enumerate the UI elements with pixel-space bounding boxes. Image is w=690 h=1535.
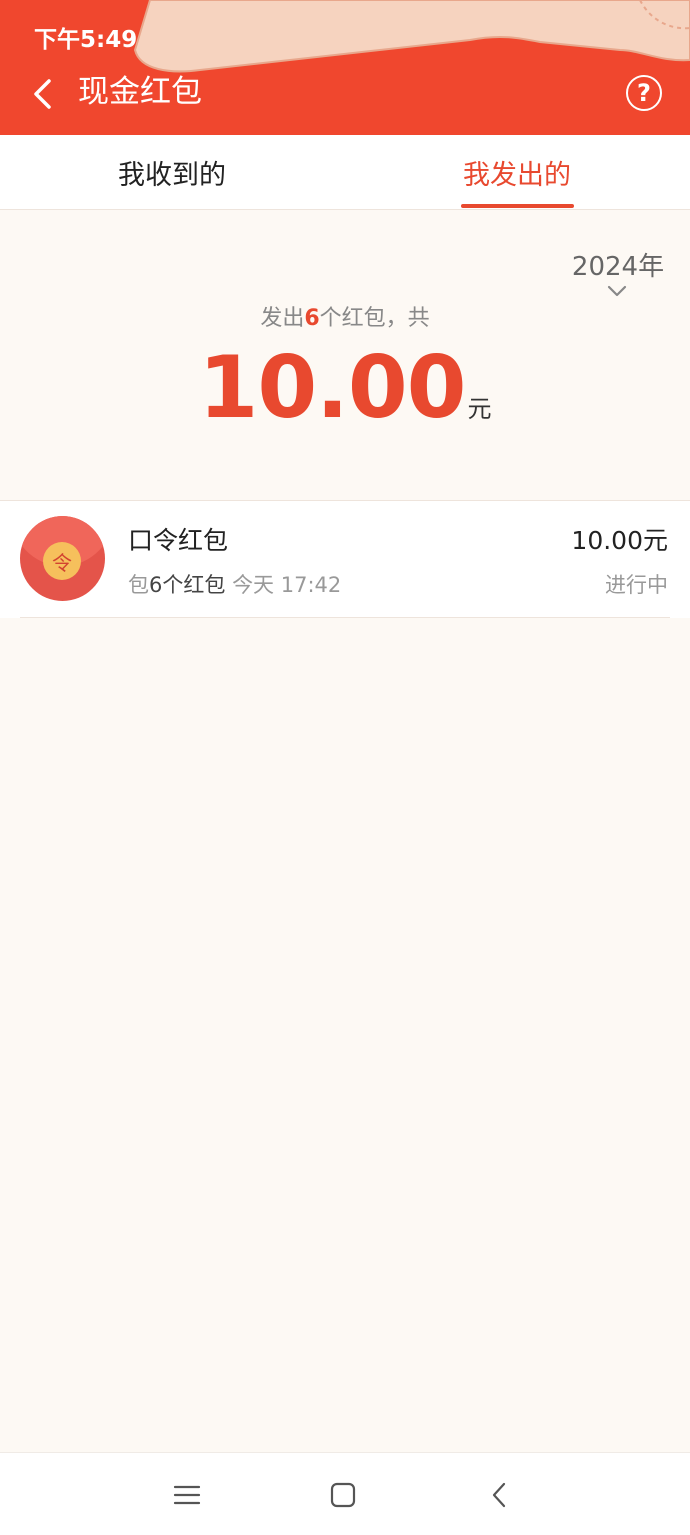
chevron-left-icon [34,79,51,109]
total-amount-row: 10.00元 [0,338,690,438]
total-amount: 10.00 [198,338,466,438]
tab-received[interactable]: 我收到的 [72,135,272,210]
back-triangle-icon [492,1482,506,1508]
red-packet-list: 令 口令红包 包6个红包 今天 17:42 10.00元 进行中 [0,500,690,618]
page-title: 现金红包 [78,74,202,110]
nav-menu-button[interactable] [169,1477,205,1513]
chevron-down-icon [607,285,627,297]
item-sub-prefix: 包 [128,573,149,597]
item-sub-count: 6个红包 [149,573,226,597]
status-time: 下午5:49 [34,27,138,53]
active-tab-indicator [461,204,574,208]
year-label: 2024年 [571,252,665,282]
menu-icon [173,1485,201,1505]
item-time: 今天 17:42 [232,573,342,597]
year-selector[interactable]: 2024年 [566,246,670,306]
summary-count: 6 [304,306,320,331]
summary-text: 发出6个红包，共 [0,300,690,332]
tab-bar: 我收到的 我发出的 [0,135,690,210]
help-button[interactable]: ? [626,75,662,111]
item-amount: 10.00元 [571,526,668,555]
tab-sent[interactable]: 我发出的 [417,135,617,210]
nav-back-button[interactable] [482,1477,518,1513]
list-item[interactable]: 令 口令红包 包6个红包 今天 17:42 10.00元 进行中 [0,501,690,618]
item-title: 口令红包 [128,526,229,555]
system-nav-bar [0,1452,690,1535]
app-header: 下午5:49 现金红包 ? [0,0,690,135]
total-unit: 元 [467,395,492,423]
summary-prefix: 发出 [260,306,305,331]
password-seal: 令 [43,542,81,580]
summary-panel: 2024年 发出6个红包，共 10.00元 [0,210,690,500]
summary-suffix: 个红包，共 [319,306,430,331]
item-status: 进行中 [605,573,668,597]
item-subtitle: 包6个红包 今天 17:42 [128,569,341,599]
red-packet-icon: 令 [20,516,105,601]
home-square-icon [330,1482,356,1508]
question-circle-icon: ? [637,79,651,107]
divider [20,617,670,618]
back-button[interactable] [22,72,62,116]
nav-home-button[interactable] [325,1477,361,1513]
